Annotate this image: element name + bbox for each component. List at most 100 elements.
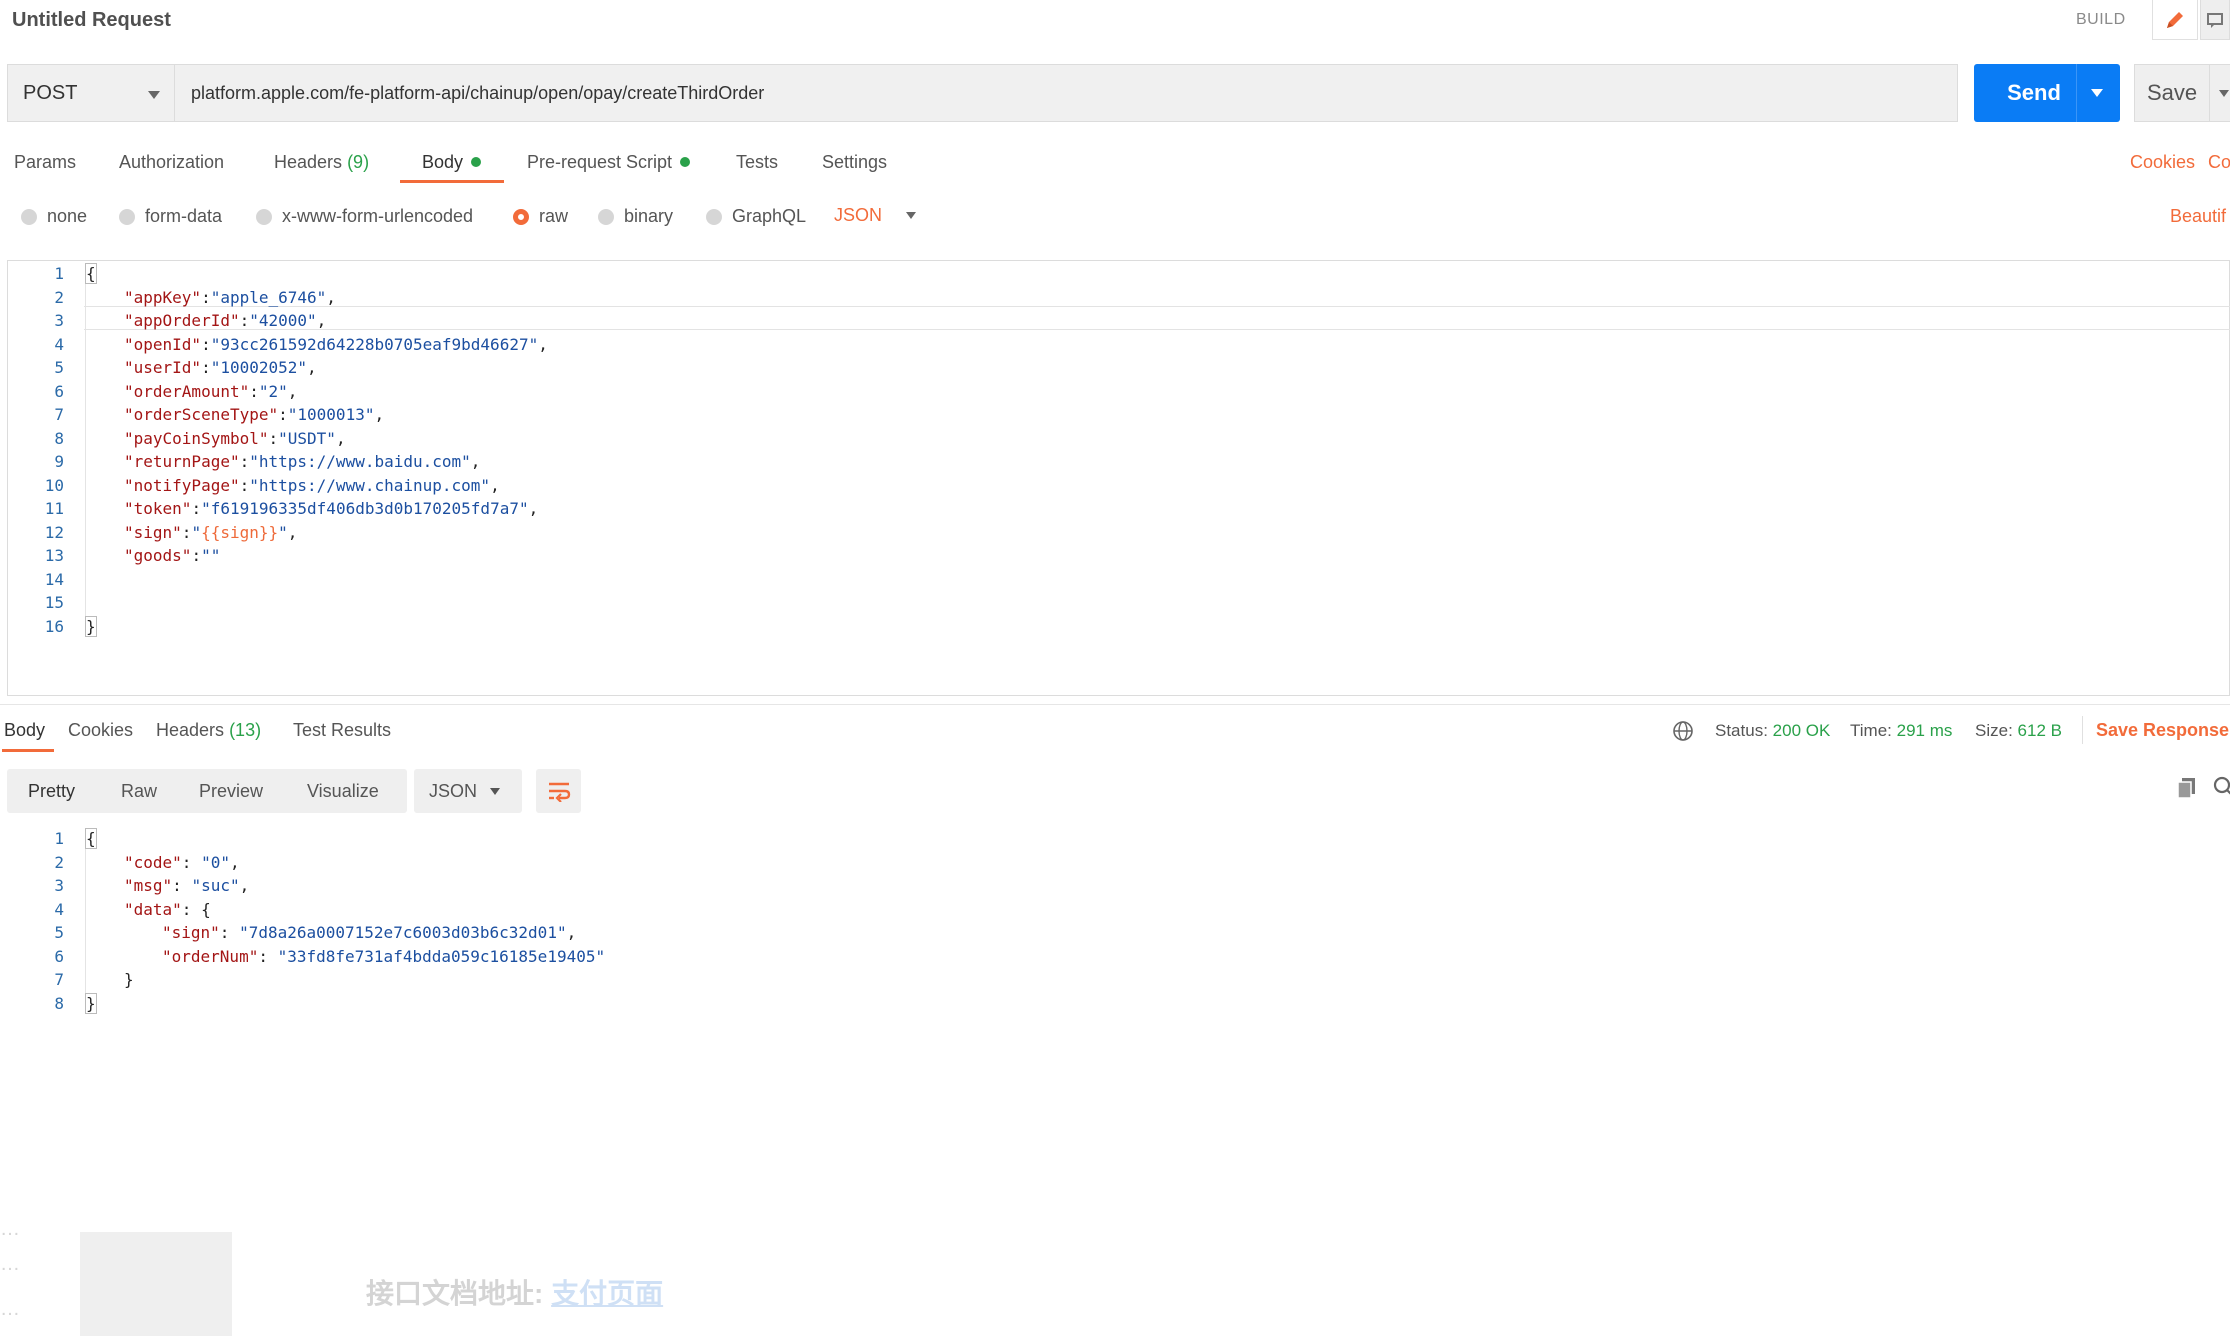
json-value: "0": [201, 852, 230, 872]
beautify-link[interactable]: Beautif: [2170, 206, 2226, 227]
code-line: "orderNum": "33fd8fe731af4bdda059c16185e…: [162, 945, 605, 969]
punct: :: [181, 899, 202, 919]
punct: ,: [528, 499, 539, 518]
line-number: 2: [54, 287, 64, 307]
line-number: 8: [54, 993, 64, 1013]
json-key: "sign": [162, 923, 220, 942]
line-number: 4: [54, 334, 64, 354]
radio-raw[interactable]: raw: [513, 206, 568, 227]
code-line: "code": "0",: [124, 851, 240, 875]
response-tab-test-results[interactable]: Test Results: [293, 718, 391, 742]
json-value: "2": [258, 381, 288, 401]
divider: [2082, 716, 2083, 744]
json-key: "returnPage": [124, 452, 240, 471]
response-tab-cookies[interactable]: Cookies: [68, 718, 133, 742]
line-number: 10: [44, 475, 64, 495]
punct: :: [249, 381, 259, 401]
response-tab-headers[interactable]: Headers (13): [156, 718, 261, 742]
copy-icon[interactable]: [2176, 776, 2198, 800]
response-format-value: JSON: [429, 781, 478, 801]
view-visualize-button[interactable]: Visualize: [307, 769, 379, 813]
radio-graphql[interactable]: GraphQL: [706, 206, 806, 227]
json-key: "notifyPage": [124, 475, 240, 495]
doc-link[interactable]: 支付页面: [551, 1278, 663, 1309]
radio-binary[interactable]: binary: [598, 206, 673, 227]
comment-icon: [2207, 12, 2223, 28]
radio-urlencoded[interactable]: x-www-form-urlencoded: [256, 206, 473, 227]
edit-button[interactable]: [2152, 0, 2198, 40]
punct: ,: [538, 334, 548, 354]
body-format-select[interactable]: JSON: [834, 205, 917, 226]
view-pretty-button[interactable]: Pretty: [28, 769, 75, 813]
size-readout[interactable]: Size: 612 B: [1975, 719, 2062, 743]
view-preview-button[interactable]: Preview: [199, 769, 263, 813]
tab-settings[interactable]: Settings: [822, 150, 887, 174]
send-button[interactable]: Send: [1974, 64, 2120, 122]
punct: ,: [287, 522, 298, 542]
tab-headers[interactable]: Headers (9): [274, 150, 369, 174]
status-label: Status:: [1715, 721, 1768, 740]
send-options-caret-icon[interactable]: [2091, 89, 2103, 97]
radio-circle: [256, 208, 272, 225]
json-value: "https://www.chainup.com": [249, 475, 491, 495]
json-key: "openId": [124, 334, 202, 354]
json-value: "": [201, 546, 221, 565]
radio-label: x-www-form-urlencoded: [282, 206, 474, 226]
url-input[interactable]: platform.apple.com/fe-platform-api/chain…: [174, 64, 1958, 122]
line-number: 1: [54, 829, 64, 848]
json-key: "payCoinSymbol": [124, 428, 269, 448]
punct: :: [191, 499, 202, 518]
punct: :: [191, 546, 202, 565]
json-key: "appOrderId": [124, 311, 240, 330]
cookies-link[interactable]: Cookies: [2130, 150, 2195, 174]
send-divider: [2076, 64, 2077, 122]
modified-dot-icon: [471, 157, 482, 168]
quote: ": [278, 522, 288, 542]
code-link[interactable]: Co: [2208, 150, 2230, 174]
line-number: 16: [44, 616, 64, 636]
tab-body[interactable]: Body: [422, 150, 482, 174]
tab-tests[interactable]: Tests: [736, 150, 778, 174]
code-line: "appKey":"apple_6746",: [124, 286, 336, 310]
save-button[interactable]: Save: [2134, 64, 2230, 122]
punct: :: [278, 405, 288, 424]
request-title[interactable]: Untitled Request: [12, 6, 171, 34]
search-icon[interactable]: [2212, 776, 2230, 798]
tab-params[interactable]: Params: [14, 150, 76, 174]
wrap-lines-button[interactable]: [536, 769, 581, 813]
time-value: 291 ms: [1896, 721, 1953, 740]
line-number: 6: [54, 381, 64, 401]
response-format-select[interactable]: JSON: [414, 769, 522, 813]
punct: ,: [229, 852, 240, 872]
radio-circle: [598, 208, 614, 225]
json-value: "USDT": [278, 428, 336, 448]
time-readout[interactable]: Time: 291 ms: [1850, 719, 1952, 743]
code-line: "data": {: [124, 898, 211, 922]
save-options-caret-icon[interactable]: [2219, 90, 2229, 97]
view-raw-button[interactable]: Raw: [121, 769, 157, 813]
punct: :: [181, 852, 202, 872]
brace: {: [85, 263, 97, 284]
code-line: "token":"f619196335df406db3d0b170205fd7a…: [124, 497, 538, 521]
status-value: 200 OK: [1772, 721, 1831, 740]
method-select[interactable]: POST: [7, 64, 175, 122]
json-value: "https://www.baidu.com": [249, 452, 471, 471]
radio-form-data[interactable]: form-data: [119, 206, 222, 227]
response-tab-body[interactable]: Body: [4, 718, 45, 742]
line-number: 15: [44, 593, 64, 612]
gutter-guide: [85, 830, 86, 1014]
comments-button[interactable]: [2200, 0, 2230, 40]
globe-icon[interactable]: [1672, 720, 1694, 742]
line-number: 7: [54, 970, 64, 989]
response-divider[interactable]: [0, 704, 2230, 705]
punct: :: [239, 452, 250, 471]
json-value: "33fd8fe731af4bdda059c16185e19405": [277, 946, 606, 966]
tab-pre-request-script[interactable]: Pre-request Script: [527, 150, 691, 174]
code-line: "notifyPage":"https://www.chainup.com",: [124, 474, 500, 498]
save-response-button[interactable]: Save Response: [2096, 718, 2229, 742]
tab-authorization[interactable]: Authorization: [119, 150, 224, 174]
tab-headers-label: Headers: [274, 152, 343, 172]
punct: :: [219, 923, 240, 942]
punct: ,: [566, 923, 577, 942]
radio-none[interactable]: none: [21, 206, 87, 227]
